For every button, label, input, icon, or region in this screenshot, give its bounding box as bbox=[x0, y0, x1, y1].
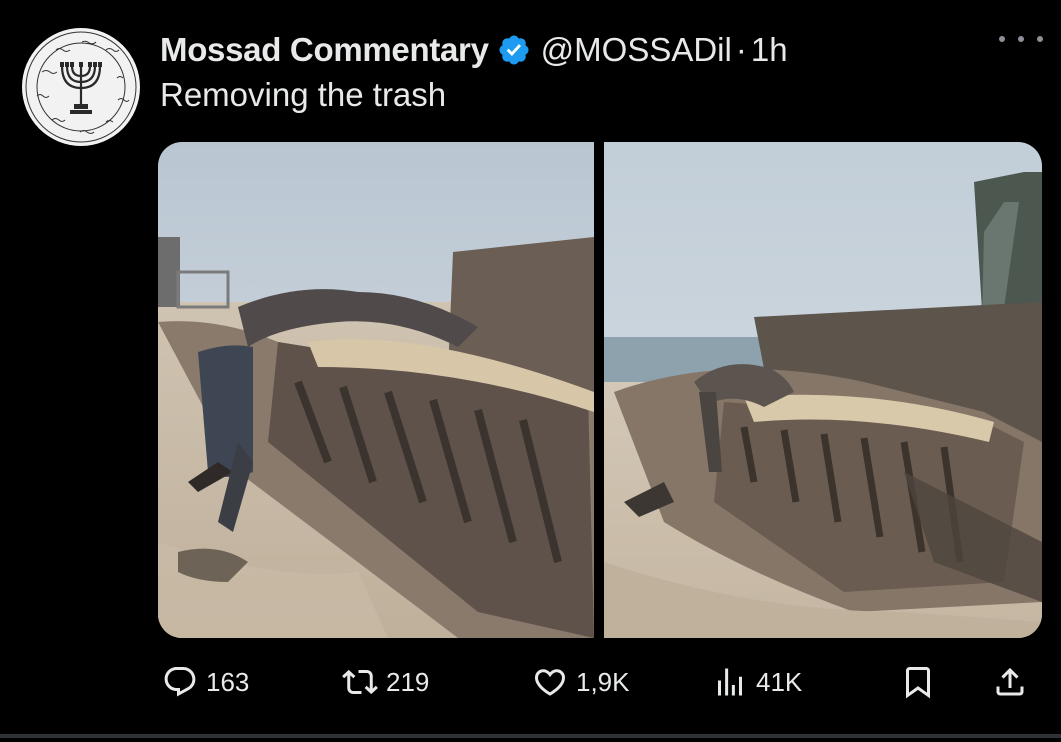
repost-icon bbox=[342, 669, 378, 695]
tweet-actions: 163 219 1,9K 41K bbox=[160, 660, 1040, 704]
verified-badge-icon bbox=[497, 33, 531, 67]
media-image-left[interactable] bbox=[158, 142, 594, 638]
like-count: 1,9K bbox=[576, 666, 630, 697]
bookmark-button[interactable] bbox=[900, 660, 944, 704]
bookmark-icon bbox=[906, 667, 930, 699]
separator-dot: · bbox=[735, 31, 747, 68]
more-icon[interactable] bbox=[999, 24, 1043, 54]
divider bbox=[0, 734, 1061, 738]
media-grid[interactable] bbox=[158, 142, 1042, 638]
repost-count: 219 bbox=[386, 666, 430, 697]
like-button[interactable]: 1,9K bbox=[532, 660, 630, 704]
timestamp[interactable]: 1h bbox=[751, 31, 788, 69]
heart-icon bbox=[534, 669, 566, 696]
tweet: Mossad Commentary @MOSSADil · 1h Removin… bbox=[0, 0, 1061, 742]
tweet-header: Mossad Commentary @MOSSADil · 1h bbox=[160, 26, 1031, 74]
photo-right bbox=[604, 142, 1042, 638]
media-divider bbox=[594, 142, 604, 638]
share-icon bbox=[996, 667, 1024, 696]
views-icon bbox=[718, 668, 742, 696]
share-button[interactable] bbox=[992, 660, 1036, 704]
menorah-seal-icon bbox=[23, 29, 139, 145]
reply-button[interactable]: 163 bbox=[162, 660, 249, 704]
media-image-right[interactable] bbox=[604, 142, 1042, 638]
display-name[interactable]: Mossad Commentary bbox=[160, 31, 489, 69]
user-handle[interactable]: @MOSSADil bbox=[541, 31, 732, 69]
avatar[interactable] bbox=[22, 28, 140, 146]
reply-icon bbox=[164, 667, 196, 697]
photo-left bbox=[158, 142, 594, 638]
views-count: 41K bbox=[756, 666, 803, 697]
tweet-text: Removing the trash bbox=[160, 76, 447, 113]
repost-button[interactable]: 219 bbox=[342, 660, 429, 704]
reply-count: 163 bbox=[206, 666, 250, 697]
views-button[interactable]: 41K bbox=[712, 660, 802, 704]
